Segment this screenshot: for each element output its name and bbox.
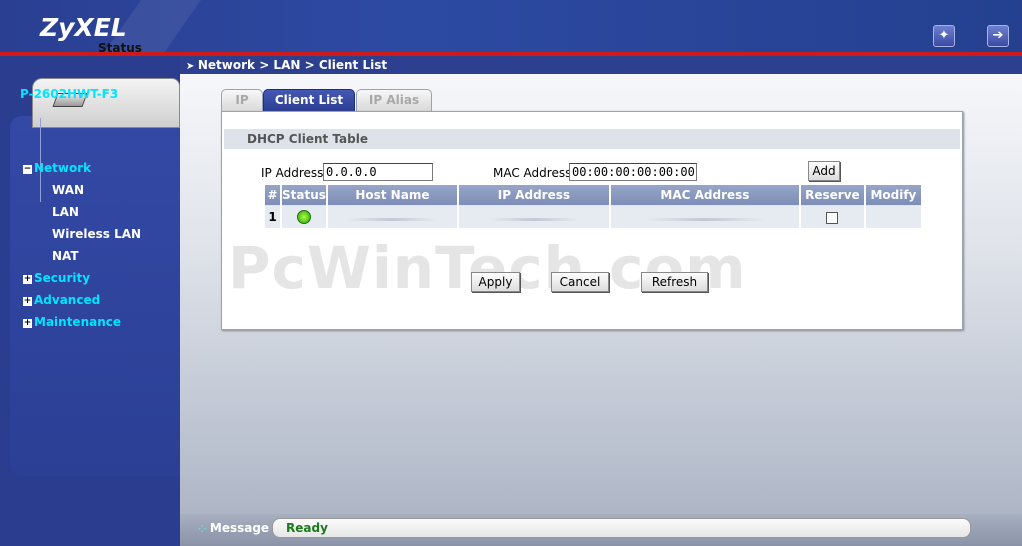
redacted-host-name	[347, 218, 438, 221]
cancel-button[interactable]: Cancel	[551, 272, 609, 292]
tab-ip[interactable]: IP	[221, 89, 263, 111]
column-header: MAC Address	[610, 185, 799, 206]
message-label: ⁘ Message	[198, 521, 270, 535]
table-row: 1	[265, 206, 921, 228]
header-bar: ZyXEL	[0, 0, 1022, 52]
zyxel-logo: ZyXEL	[40, 13, 127, 42]
sidebar-item-network[interactable]: − Network	[23, 161, 91, 175]
sidebar-item-nat[interactable]: NAT	[52, 249, 79, 263]
breadcrumb-arrow-icon: ➤	[186, 61, 198, 72]
column-header: IP Address	[458, 185, 609, 206]
model-name: P-2602HWT-F3	[20, 87, 119, 101]
grip-icon: ⁘	[198, 524, 210, 535]
column-header: Host Name	[327, 185, 457, 206]
expand-icon[interactable]: +	[23, 297, 32, 306]
row-number: 1	[265, 206, 280, 228]
section-title: DHCP Client Table	[224, 129, 960, 149]
reserve-checkbox[interactable]	[826, 211, 839, 224]
breadcrumb: ➤ Network > LAN > Client List	[180, 56, 1022, 74]
tree-connector	[40, 118, 41, 202]
wizard-icon[interactable]: ✦	[933, 25, 955, 47]
row-mac-address	[610, 206, 799, 228]
bulb-icon	[296, 210, 311, 225]
dhcp-client-table: # Status Host Name IP Address MAC Addres…	[263, 185, 923, 228]
logout-icon[interactable]: ➔	[987, 25, 1009, 47]
tab-client-list[interactable]: Client List	[263, 89, 355, 111]
collapse-icon[interactable]: −	[23, 165, 32, 174]
row-modify	[865, 206, 921, 228]
refresh-button[interactable]: Refresh	[641, 272, 708, 292]
row-status	[282, 206, 326, 228]
table-header-row: # Status Host Name IP Address MAC Addres…	[265, 185, 921, 206]
sidebar-item-lan[interactable]: LAN	[52, 205, 79, 219]
row-ip-address	[458, 206, 609, 228]
sidebar-item-wan[interactable]: WAN	[52, 183, 84, 197]
status-tab-label[interactable]: Status	[98, 41, 142, 55]
sidebar-item-maintenance[interactable]: + Maintenance	[23, 315, 121, 329]
ip-address-label: IP Address	[261, 166, 324, 180]
apply-button[interactable]: Apply	[471, 272, 520, 292]
row-reserve	[800, 206, 864, 228]
redacted-ip-address	[488, 218, 579, 221]
mac-address-input[interactable]: 00:00:00:00:00:00	[569, 163, 697, 181]
sidebar-item-wireless-lan[interactable]: Wireless LAN	[52, 227, 141, 241]
column-header: Status	[282, 185, 326, 206]
row-host-name	[327, 206, 457, 228]
column-header: Reserve	[800, 185, 864, 206]
mac-address-label: MAC Address	[493, 166, 572, 180]
add-button[interactable]: Add	[808, 161, 840, 181]
sidebar-item-security[interactable]: + Security	[23, 271, 90, 285]
ip-address-input[interactable]: 0.0.0.0	[323, 163, 433, 181]
message-text: Ready	[272, 518, 971, 538]
expand-icon[interactable]: +	[23, 275, 32, 284]
tab-ip-alias[interactable]: IP Alias	[356, 89, 432, 111]
column-header: Modify	[865, 185, 921, 206]
column-header: #	[265, 185, 280, 206]
redacted-mac-address	[644, 218, 765, 221]
sidebar-item-advanced[interactable]: + Advanced	[23, 293, 100, 307]
status-tab[interactable]	[32, 78, 180, 128]
expand-icon[interactable]: +	[23, 319, 32, 328]
